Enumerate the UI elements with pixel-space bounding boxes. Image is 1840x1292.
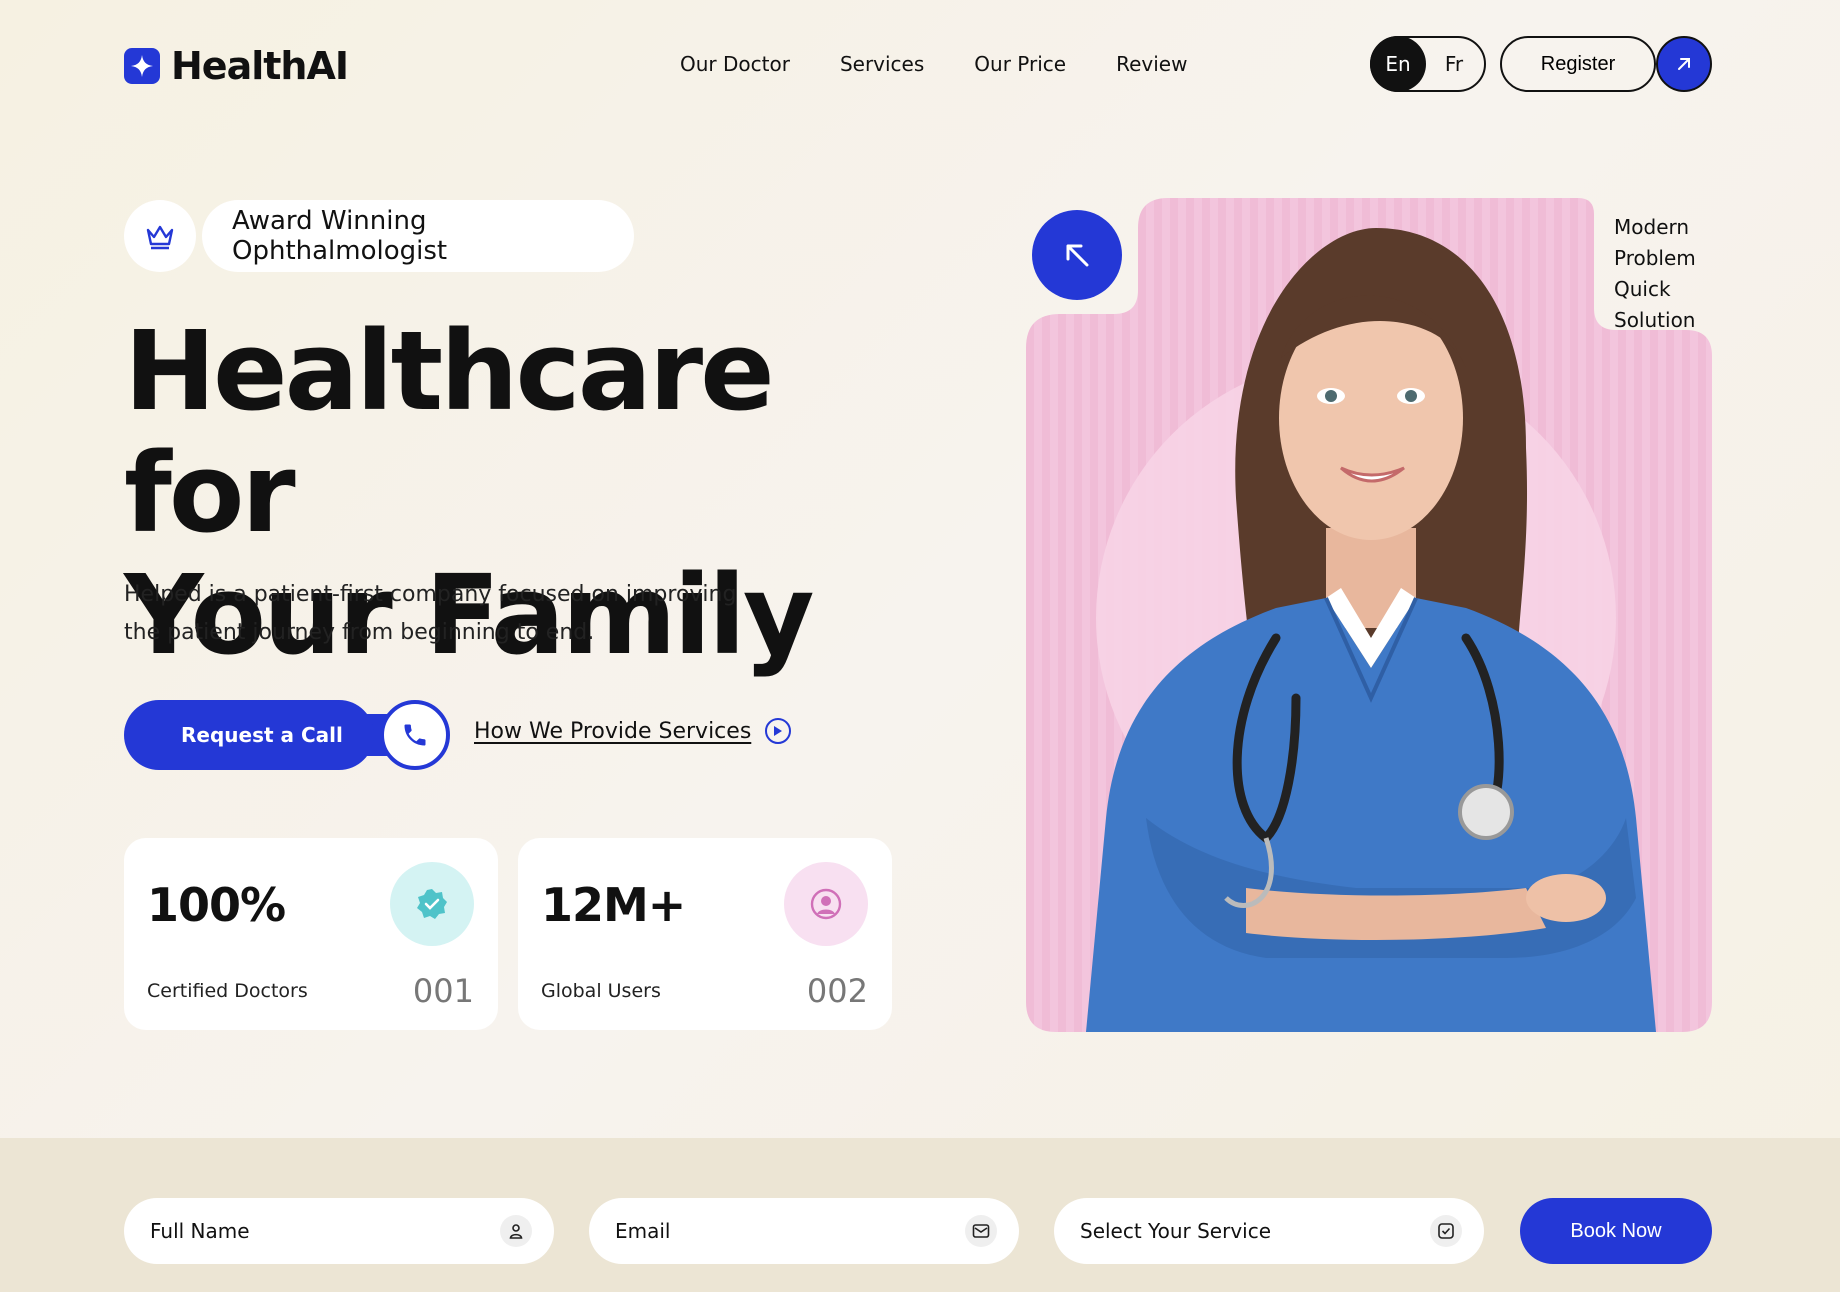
hero-description: Helped is a patient-first company focuse… — [124, 582, 737, 645]
tagline-line: Solution — [1614, 308, 1696, 332]
crown-icon — [124, 200, 196, 272]
checkbox-icon — [1430, 1215, 1462, 1247]
book-now-button[interactable]: Book Now — [1520, 1198, 1712, 1264]
stat-card-certified-doctors: 100% Certified Doctors 001 — [124, 838, 498, 1030]
stat-card-global-users: 12M+ Global Users 002 — [518, 838, 892, 1030]
brand-name: HealthAI — [171, 44, 349, 88]
stat-value: 100% — [147, 878, 286, 932]
full-name-field[interactable]: Full Name — [124, 1198, 554, 1264]
register-arrow-icon[interactable] — [1656, 36, 1712, 92]
stat-label: Certified Doctors — [147, 980, 308, 1002]
nav-item-review[interactable]: Review — [1116, 52, 1187, 76]
email-field[interactable]: Email — [589, 1198, 1019, 1264]
stat-index: 001 — [412, 972, 474, 1010]
request-call-cta[interactable]: Request a Call — [124, 700, 450, 770]
logo-sparkle-icon — [124, 48, 160, 84]
nav-item-our-price[interactable]: Our Price — [974, 52, 1066, 76]
play-icon[interactable] — [765, 718, 792, 744]
tagline-line: Modern — [1614, 215, 1690, 239]
lang-en-button[interactable]: En — [1370, 36, 1426, 92]
top-nav: HealthAI Our Doctor Services Our Price R… — [124, 34, 1712, 94]
request-call-button[interactable]: Request a Call — [124, 700, 374, 770]
register-button[interactable]: Register — [1500, 36, 1656, 92]
user-circle-icon — [784, 862, 868, 946]
main-menu: Our Doctor Services Our Price Review — [680, 52, 1187, 76]
nav-item-our-doctor[interactable]: Our Doctor — [680, 52, 790, 76]
arrow-up-left-icon[interactable] — [1032, 210, 1122, 300]
verified-badge-icon — [390, 862, 474, 946]
mail-icon — [965, 1215, 997, 1247]
phone-icon[interactable] — [380, 700, 450, 770]
stat-index: 002 — [806, 972, 868, 1010]
how-we-provide-text[interactable]: How We Provide Services — [474, 719, 751, 744]
service-select[interactable]: Select Your Service — [1054, 1198, 1484, 1264]
how-we-provide-link[interactable]: How We Provide Services — [474, 718, 792, 744]
tagline: Modern Problem Quick Solution — [1614, 212, 1696, 336]
booking-bar: Full Name Email Select Your Service Book… — [0, 1138, 1840, 1292]
tagline-line: Problem — [1614, 246, 1696, 270]
doctor-photo — [1026, 198, 1712, 1032]
stat-value: 12M+ — [541, 878, 686, 932]
nav-item-services[interactable]: Services — [840, 52, 924, 76]
title-line-1: Healthcare for — [124, 307, 775, 557]
user-icon — [500, 1215, 532, 1247]
language-toggle: En Fr — [1370, 36, 1486, 92]
email-placeholder: Email — [615, 1219, 671, 1243]
award-badge: Award Winning Ophthalmologist — [202, 200, 634, 272]
tagline-line: Quick — [1614, 277, 1671, 301]
service-placeholder: Select Your Service — [1080, 1219, 1272, 1243]
stat-label: Global Users — [541, 980, 661, 1002]
logo[interactable]: HealthAI — [124, 44, 349, 88]
lang-fr-button[interactable]: Fr — [1426, 52, 1482, 76]
full-name-placeholder: Full Name — [150, 1219, 250, 1243]
